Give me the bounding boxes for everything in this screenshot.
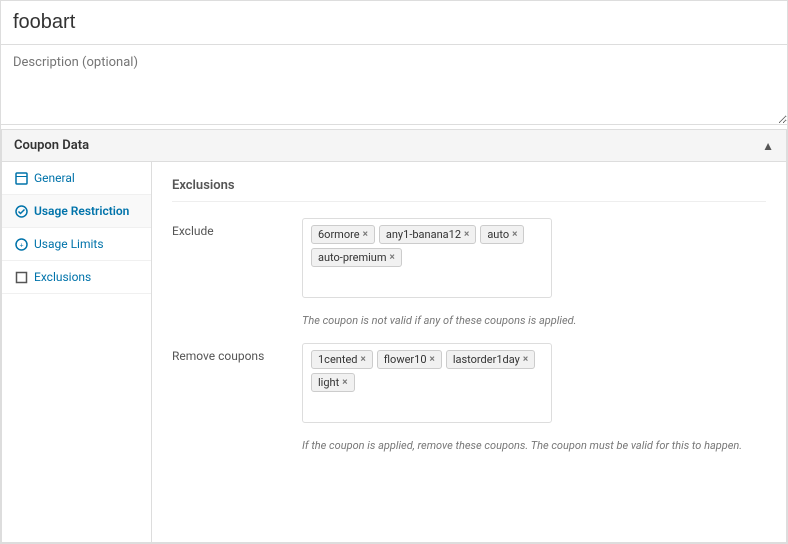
tag-auto-premium-label: auto-premium — [318, 251, 387, 264]
tag-1cented-label: 1cented — [318, 353, 357, 366]
tag-flower10-remove[interactable]: × — [430, 355, 435, 365]
exclusions-icon — [14, 270, 28, 284]
exclude-note: The coupon is not valid if any of these … — [302, 314, 766, 327]
description-textarea[interactable] — [1, 45, 787, 125]
tag-auto-label: auto — [487, 228, 509, 241]
tag-any1-banana12-label: any1-banana12 — [386, 228, 461, 241]
collapse-arrow-icon[interactable]: ▲ — [762, 139, 774, 153]
sidebar-item-exclusions[interactable]: Exclusions — [2, 261, 151, 294]
sidebar-item-general[interactable]: General — [2, 162, 151, 195]
sidebar-item-usage-restriction[interactable]: Usage Restriction — [2, 195, 151, 228]
svg-text:+: + — [19, 242, 23, 249]
sidebar: General Usage Restriction — [2, 162, 152, 542]
title-input[interactable] — [1, 1, 787, 45]
tag-auto-remove[interactable]: × — [512, 230, 517, 240]
tag-light-label: light — [318, 376, 339, 389]
tag-6ormore-label: 6ormore — [318, 228, 360, 241]
usage-restriction-icon — [14, 204, 28, 218]
tag-6ormore: 6ormore × — [311, 225, 375, 244]
exclude-label: Exclude — [172, 218, 302, 238]
tag-light: light × — [311, 373, 355, 392]
sidebar-item-usage-restriction-label: Usage Restriction — [34, 204, 129, 218]
main-content: Exclusions Exclude 6ormore × any1-banana… — [152, 162, 786, 542]
coupon-data-body: General Usage Restriction — [2, 162, 786, 542]
usage-limits-icon: + — [14, 237, 28, 251]
remove-coupons-label: Remove coupons — [172, 343, 302, 363]
tag-1cented-remove[interactable]: × — [360, 355, 365, 365]
coupon-data-title: Coupon Data — [14, 138, 89, 153]
tag-6ormore-remove[interactable]: × — [363, 230, 368, 240]
tag-auto: auto × — [480, 225, 524, 244]
sidebar-item-exclusions-label: Exclusions — [34, 270, 91, 284]
remove-coupons-row: Remove coupons 1cented × flower10 × last… — [172, 343, 766, 423]
tag-auto-premium: auto-premium × — [311, 248, 402, 267]
tag-lastorder1day-remove[interactable]: × — [523, 355, 528, 365]
exclude-row: Exclude 6ormore × any1-banana12 × auto × — [172, 218, 766, 298]
sidebar-item-general-label: General — [34, 171, 75, 185]
tag-1cented: 1cented × — [311, 350, 373, 369]
general-icon — [14, 171, 28, 185]
tag-lastorder1day: lastorder1day × — [446, 350, 535, 369]
exclude-tags-container[interactable]: 6ormore × any1-banana12 × auto × auto- — [302, 218, 552, 298]
coupon-data-section: Coupon Data ▲ General — [1, 129, 787, 543]
sidebar-item-usage-limits-label: Usage Limits — [34, 237, 104, 251]
tag-light-remove[interactable]: × — [342, 378, 347, 388]
tag-any1-banana12-remove[interactable]: × — [464, 230, 469, 240]
tag-lastorder1day-label: lastorder1day — [453, 353, 520, 366]
tag-auto-premium-remove[interactable]: × — [390, 253, 395, 263]
coupon-data-header: Coupon Data ▲ — [2, 130, 786, 162]
tag-flower10: flower10 × — [377, 350, 442, 369]
exclusions-section-title: Exclusions — [172, 178, 766, 202]
tag-any1-banana12: any1-banana12 × — [379, 225, 476, 244]
remove-coupons-note: If the coupon is applied, remove these c… — [302, 439, 766, 452]
page-wrapper: Coupon Data ▲ General — [0, 0, 788, 544]
remove-coupons-tags-container[interactable]: 1cented × flower10 × lastorder1day × l — [302, 343, 552, 423]
sidebar-item-usage-limits[interactable]: + Usage Limits — [2, 228, 151, 261]
tag-flower10-label: flower10 — [384, 353, 427, 366]
